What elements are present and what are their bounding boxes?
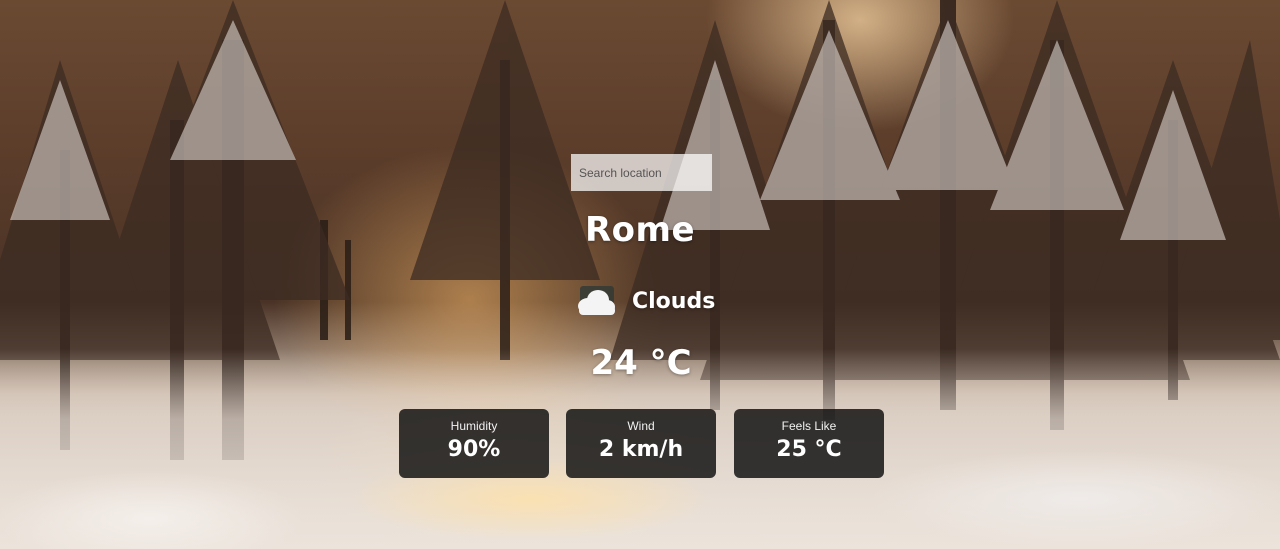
feels-like-card: Feels Like 25 °C xyxy=(734,409,884,478)
humidity-card: Humidity 90% xyxy=(399,409,549,478)
condition-row: Clouds xyxy=(570,282,715,320)
humidity-value: 90% xyxy=(447,437,501,462)
wind-card: Wind 2 km/h xyxy=(566,409,716,478)
cloud-icon xyxy=(578,286,615,315)
wind-label: Wind xyxy=(627,419,655,433)
feels-like-value: 25 °C xyxy=(776,437,842,462)
city-name: Rome xyxy=(584,210,696,250)
temperature: 24 °C xyxy=(590,343,692,383)
humidity-label: Humidity xyxy=(450,419,498,433)
search-input[interactable] xyxy=(571,154,712,191)
condition-text: Clouds xyxy=(632,288,716,314)
feels-like-label: Feels Like xyxy=(781,419,837,433)
weather-panel: Rome Clouds 24 °C Humidity 90% Wind 2 km… xyxy=(0,0,1280,549)
wind-value: 2 km/h xyxy=(598,437,684,462)
